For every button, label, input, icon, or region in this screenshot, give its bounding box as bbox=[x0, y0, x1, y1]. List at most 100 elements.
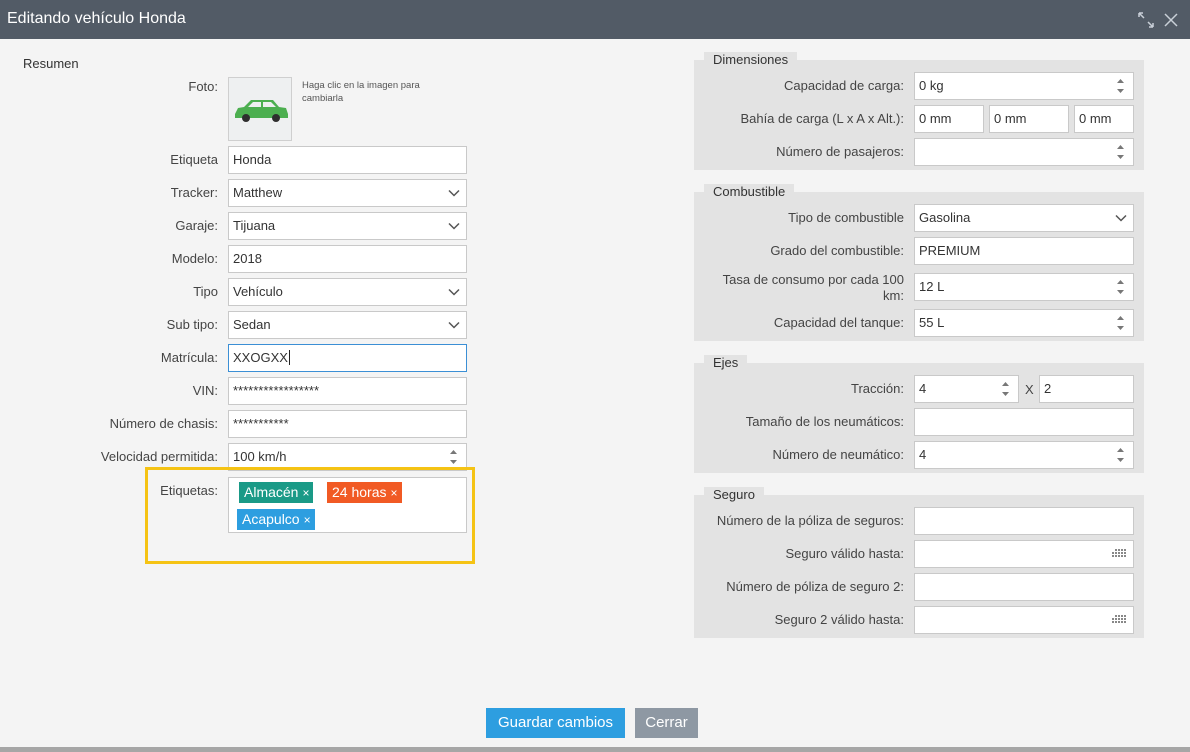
garage-value: Tijuana bbox=[233, 218, 276, 233]
spinner-arrows-icon[interactable] bbox=[1116, 314, 1125, 332]
tags-input[interactable]: Almacén × 24 horas × Acapulco × bbox=[228, 477, 467, 533]
plate-label: Matrícula: bbox=[160, 350, 218, 365]
valid-until-label: Seguro válido hasta: bbox=[785, 546, 904, 561]
dimensions-title: Dimensiones bbox=[704, 52, 798, 68]
valid-until2-label: Seguro 2 válido hasta: bbox=[774, 612, 904, 627]
capacity-value: 0 kg bbox=[919, 78, 944, 93]
passengers-stepper[interactable] bbox=[914, 138, 1134, 166]
bay-height-input[interactable]: 0 mm bbox=[1074, 105, 1134, 133]
spinner-arrows-icon[interactable] bbox=[1116, 446, 1125, 464]
fuel-grade-input[interactable]: PREMIUM bbox=[914, 237, 1134, 265]
chevron-down-icon bbox=[1115, 214, 1127, 222]
window-title: Editando vehículo Honda bbox=[7, 10, 186, 27]
fuel-type-label: Tipo de combustible bbox=[788, 210, 904, 225]
tag-chip: Almacén × bbox=[239, 482, 314, 503]
chevron-down-icon bbox=[448, 189, 460, 197]
close-button[interactable]: Cerrar bbox=[635, 708, 698, 738]
consumption-label-line1: Tasa de consumo por cada 100 bbox=[722, 272, 904, 287]
tire-count-value: 4 bbox=[919, 447, 927, 462]
spinner-arrows-icon[interactable] bbox=[1001, 380, 1010, 398]
save-button[interactable]: Guardar cambios bbox=[486, 708, 625, 738]
tracker-label: Tracker: bbox=[170, 185, 218, 200]
chevron-down-icon bbox=[448, 321, 460, 329]
tracker-value: Matthew bbox=[233, 185, 283, 200]
speed-value: 100 km/h bbox=[233, 449, 287, 464]
fuel-type-value: Gasolina bbox=[919, 210, 971, 225]
tag-remove-icon[interactable]: × bbox=[390, 486, 397, 500]
tire-count-stepper[interactable]: 4 bbox=[914, 441, 1134, 469]
policy-input[interactable] bbox=[914, 507, 1134, 535]
maximize-icon[interactable] bbox=[1137, 11, 1155, 29]
spinner-arrows-icon[interactable] bbox=[449, 448, 458, 466]
fuel-grade-label: Grado del combustible: bbox=[770, 243, 904, 258]
calendar-icon[interactable] bbox=[1111, 614, 1129, 626]
vin-input[interactable]: ***************** bbox=[228, 377, 467, 405]
vehicle-photo[interactable] bbox=[228, 77, 292, 141]
passengers-label: Número de pasajeros: bbox=[776, 144, 904, 159]
plate-value: XXOGXX bbox=[233, 350, 288, 365]
type-label: Tipo bbox=[193, 284, 218, 299]
consumption-stepper[interactable]: 12 L bbox=[914, 273, 1134, 301]
label-field-label: Etiqueta bbox=[170, 152, 218, 167]
subtype-value: Sedan bbox=[233, 317, 271, 332]
car-icon bbox=[235, 100, 288, 122]
chevron-down-icon bbox=[448, 288, 460, 296]
tire-size-label: Tamaño de los neumáticos: bbox=[745, 414, 904, 429]
tracker-select[interactable]: Matthew bbox=[228, 179, 467, 207]
axles-title: Ejes bbox=[704, 355, 748, 371]
chassis-input[interactable]: *********** bbox=[228, 410, 467, 438]
type-value: Vehículo bbox=[233, 284, 283, 299]
consumption-value: 12 L bbox=[919, 279, 945, 294]
tag-chip: Acapulco × bbox=[237, 509, 315, 530]
tag-remove-icon[interactable]: × bbox=[302, 486, 309, 500]
plate-input[interactable]: XXOGXX bbox=[228, 344, 467, 372]
policy2-input[interactable] bbox=[914, 573, 1134, 601]
capacity-label: Capacidad de carga: bbox=[784, 78, 904, 93]
traction-label: Tracción: bbox=[851, 381, 904, 396]
traction-value-1: 4 bbox=[919, 381, 927, 396]
chassis-label: Número de chasis: bbox=[109, 416, 218, 431]
tag-chip-label: Acapulco bbox=[242, 511, 300, 527]
traction-stepper[interactable]: 4 bbox=[914, 375, 1019, 403]
garage-select[interactable]: Tijuana bbox=[228, 212, 467, 240]
spinner-arrows-icon[interactable] bbox=[1116, 278, 1125, 296]
bay-length-input[interactable]: 0 mm bbox=[914, 105, 984, 133]
spinner-arrows-icon[interactable] bbox=[1116, 143, 1125, 161]
tire-count-label: Número de neumático: bbox=[772, 447, 904, 462]
policy-label: Número de la póliza de seguros: bbox=[716, 513, 904, 528]
valid-until-date-input[interactable] bbox=[914, 540, 1134, 568]
tank-value: 55 L bbox=[919, 315, 945, 330]
tags-label: Etiquetas: bbox=[160, 483, 218, 498]
consumption-label-line2: km: bbox=[883, 288, 904, 303]
consumption-label: Tasa de consumo por cada 100 km: bbox=[723, 272, 904, 304]
tag-remove-icon[interactable]: × bbox=[304, 513, 311, 527]
fuel-type-select[interactable]: Gasolina bbox=[914, 204, 1134, 232]
tag-chip-label: 24 horas bbox=[332, 484, 387, 500]
photo-label: Foto: bbox=[188, 79, 218, 94]
tank-stepper[interactable]: 55 L bbox=[914, 309, 1134, 337]
speed-label: Velocidad permitida: bbox=[100, 449, 218, 464]
calendar-icon[interactable] bbox=[1111, 548, 1129, 560]
policy2-label: Número de póliza de seguro 2: bbox=[726, 579, 904, 594]
subtype-select[interactable]: Sedan bbox=[228, 311, 467, 339]
bay-width-input[interactable]: 0 mm bbox=[989, 105, 1069, 133]
traction-input-2[interactable]: 2 bbox=[1039, 375, 1134, 403]
type-select[interactable]: Vehículo bbox=[228, 278, 467, 306]
window-titlebar: Editando vehículo Honda bbox=[0, 0, 1190, 39]
tag-chip: 24 horas × bbox=[327, 482, 402, 503]
text-cursor bbox=[288, 350, 290, 366]
subtype-label: Sub tipo: bbox=[166, 317, 218, 332]
model-input[interactable]: 2018 bbox=[228, 245, 467, 273]
bottom-border bbox=[0, 747, 1190, 752]
close-icon[interactable] bbox=[1162, 11, 1180, 29]
valid-until2-date-input[interactable] bbox=[914, 606, 1134, 634]
section-title-summary: Resumen bbox=[23, 56, 79, 71]
tire-size-input[interactable] bbox=[914, 408, 1134, 436]
bay-label: Bahía de carga (L x A x Alt.): bbox=[740, 111, 904, 126]
chevron-down-icon bbox=[448, 222, 460, 230]
tank-label: Capacidad del tanque: bbox=[773, 315, 904, 330]
fuel-title: Combustible bbox=[704, 184, 795, 200]
capacity-stepper[interactable]: 0 kg bbox=[914, 72, 1134, 100]
spinner-arrows-icon[interactable] bbox=[1116, 77, 1125, 95]
label-input[interactable]: Honda bbox=[228, 146, 467, 174]
